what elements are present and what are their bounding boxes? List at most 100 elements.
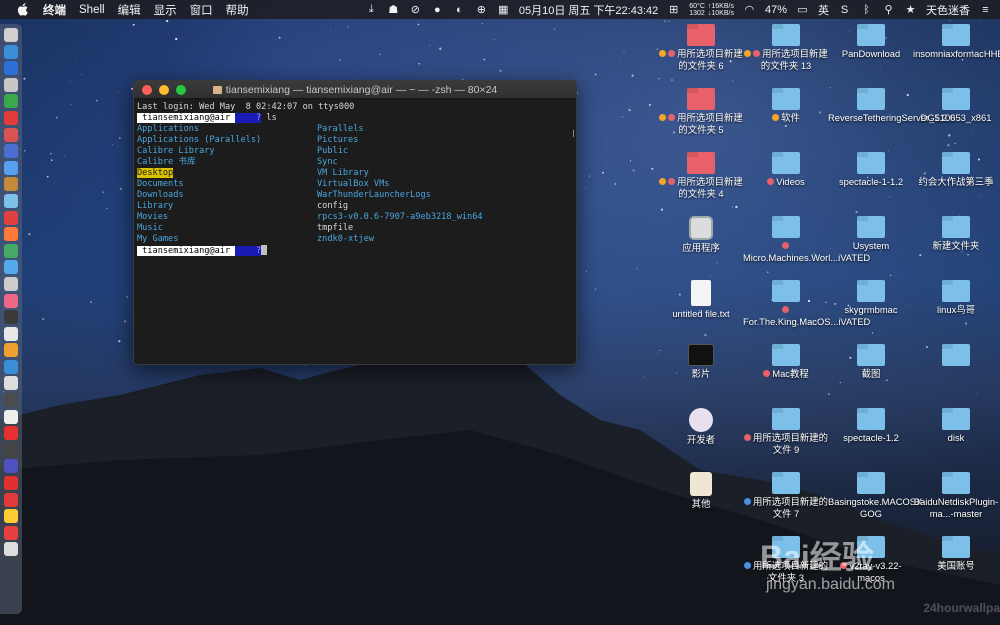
desktop-item[interactable] [913, 344, 999, 368]
dock-app-icon[interactable] [4, 326, 18, 341]
desktop-item-label: 用所选项目新建的文件夹 6 [658, 48, 744, 72]
desktop-item[interactable]: 用所选项目新建的文件 7 [743, 472, 829, 520]
dock-app-icon[interactable] [4, 160, 18, 175]
desktop-item[interactable]: 软件 [743, 88, 829, 124]
input-method[interactable]: 英 [818, 2, 829, 18]
dock-app-icon[interactable] [4, 426, 18, 441]
desktop-item[interactable]: disk [913, 408, 999, 444]
desktop-item[interactable]: Basingstoke.MACOSX-GOG [828, 472, 925, 520]
menu-shell[interactable]: Shell [79, 4, 105, 16]
desktop-item[interactable]: untitled file.txt [658, 280, 744, 320]
desktop-item[interactable]: 用所选项目新建的文件夹 6 [658, 24, 744, 72]
desktop-item[interactable]: 用所选项目新建的文件 9 [743, 408, 829, 456]
user-name[interactable]: 天色迷香 [926, 2, 970, 18]
terminal-titlebar[interactable]: tiansemixiang — tiansemixiang@air — ~ — … [134, 81, 576, 99]
folder-icon [942, 408, 970, 430]
dock-app-icon[interactable] [4, 359, 18, 374]
notification-center-icon[interactable]: ≡ [979, 3, 992, 16]
dock-app-icon[interactable] [4, 28, 18, 42]
desktop-item[interactable]: For.The.King.MacOS...iVATED [743, 280, 870, 328]
terminal-content[interactable]: Last login: Wed May 8 02:42:07 on ttys00… [134, 99, 576, 259]
dock-app-icon[interactable] [4, 409, 18, 424]
ls-entry: Desktop [137, 168, 317, 179]
desktop-item[interactable]: 应用程序 [658, 216, 744, 254]
dock-app-icon[interactable] [4, 343, 18, 358]
dock-app-icon[interactable] [4, 243, 18, 258]
desktop-item[interactable]: 其他 [658, 472, 744, 510]
dock-app-icon[interactable] [4, 310, 18, 325]
apple-menu-icon[interactable] [15, 2, 29, 17]
desktop-item[interactable]: insomniaxformacHHB_jb51 [913, 24, 1000, 60]
desktop-item[interactable]: BaiduNetdiskPlugin-ma...-master [913, 472, 999, 520]
terminal-window[interactable]: tiansemixiang — tiansemixiang@air — ~ — … [133, 80, 577, 365]
menu-app-terminal[interactable]: 终端 [43, 2, 66, 18]
desktop-item[interactable]: skygrmbmac [828, 280, 914, 316]
bluetooth-icon[interactable]: ᛒ [860, 3, 873, 16]
dock-app-icon[interactable] [4, 393, 18, 408]
desktop-item[interactable]: 影片 [658, 344, 744, 380]
desktop-item[interactable]: 新建文件夹 [913, 216, 999, 252]
dock-app-icon[interactable] [4, 542, 18, 557]
menu-window[interactable]: 窗口 [190, 2, 213, 18]
desktop-item[interactable]: 截图 [828, 344, 914, 380]
desktop-item[interactable]: 用所选项目新建的文件夹 13 [743, 24, 829, 72]
desktop-item[interactable]: Videos [743, 152, 829, 188]
ghost-icon[interactable]: ☗ [387, 3, 400, 16]
ls-entry: rpcs3-v0.0.6-7907-a9eb3218_win64 [317, 212, 517, 223]
dock-app-icon[interactable] [4, 193, 18, 208]
desktop-item[interactable]: linux鸟哥 [913, 280, 999, 316]
dock-app-icon[interactable] [4, 61, 18, 76]
dock-app-icon[interactable] [4, 260, 18, 275]
battery-icon[interactable]: ▭ [796, 3, 809, 16]
dock-app-icon[interactable] [4, 376, 18, 391]
desktop-item[interactable]: PanDownload [828, 24, 914, 60]
dock-app-icon[interactable] [4, 492, 18, 507]
calendar-icon[interactable]: ▦ [497, 3, 510, 16]
star-icon[interactable]: ★ [904, 3, 917, 16]
dock-app-icon[interactable] [4, 509, 18, 524]
mirror-icon[interactable]: ◐ [453, 3, 466, 16]
dots-icon[interactable]: ● [431, 3, 444, 16]
dock-app-icon[interactable] [4, 44, 18, 59]
dock-app-icon[interactable] [4, 144, 18, 159]
desktop-item[interactable]: Usystem [828, 216, 914, 252]
wifi-icon[interactable]: ◠ [743, 3, 756, 16]
siri-icon[interactable]: S [838, 3, 851, 16]
dock-app-icon[interactable] [4, 227, 18, 242]
menu-view[interactable]: 显示 [154, 2, 177, 18]
desktop-item[interactable]: spectacle-1.2 [828, 408, 914, 444]
desktop-item[interactable]: 用所选项目新建的文件夹 4 [658, 152, 744, 200]
menu-help[interactable]: 帮助 [226, 2, 249, 18]
clock-text[interactable]: 05月10日 周五 下午22:43:42 [519, 2, 658, 18]
spotlight-icon[interactable]: ⚲ [882, 3, 895, 16]
menu-edit[interactable]: 编辑 [118, 2, 141, 18]
dock-app-icon[interactable] [4, 276, 18, 291]
dock-app-icon[interactable] [4, 127, 18, 142]
desktop-item[interactable]: 用所选项目新建的文件夹 5 [658, 88, 744, 136]
dock-app-icon[interactable] [4, 110, 18, 125]
system-stats[interactable]: 60°C 1302 ↑16KB/s ↓10KB/s [689, 3, 734, 17]
desktop-item[interactable]: Mac教程 [743, 344, 829, 380]
grid-icon[interactable]: ⊞ [667, 3, 680, 16]
compass-icon[interactable]: ⊘ [409, 3, 422, 16]
scroll-indicator[interactable] [573, 130, 574, 137]
desktop-item[interactable]: DG510653_x861 [913, 88, 999, 124]
globe-icon[interactable]: ⊕ [475, 3, 488, 16]
desktop-item[interactable]: 开发者 [658, 408, 744, 446]
dock-app-icon[interactable] [4, 476, 18, 491]
dock-app-icon[interactable] [4, 210, 18, 225]
battery-percent[interactable]: 47% [765, 4, 787, 16]
dock-app-icon[interactable] [4, 442, 18, 457]
download-icon[interactable]: ⤓ [365, 3, 378, 16]
desktop-item[interactable]: spectacle-1-1.2 [828, 152, 914, 188]
desktop-item[interactable]: Micro.Machines.Worl...iVATED [743, 216, 870, 264]
dock-app-icon[interactable] [4, 525, 18, 540]
dock-app-icon[interactable] [4, 293, 18, 308]
dock-app-icon[interactable] [4, 94, 18, 109]
desktop-item[interactable]: 约会大作战第三季 [913, 152, 999, 188]
dock-app-icon[interactable] [4, 177, 18, 192]
desktop-item[interactable]: ReverseTetheringServer_1.2.0 [828, 88, 955, 124]
dock-app-icon[interactable] [4, 77, 18, 92]
ls-entry: Sync [317, 157, 517, 168]
dock-app-icon[interactable] [4, 459, 18, 474]
